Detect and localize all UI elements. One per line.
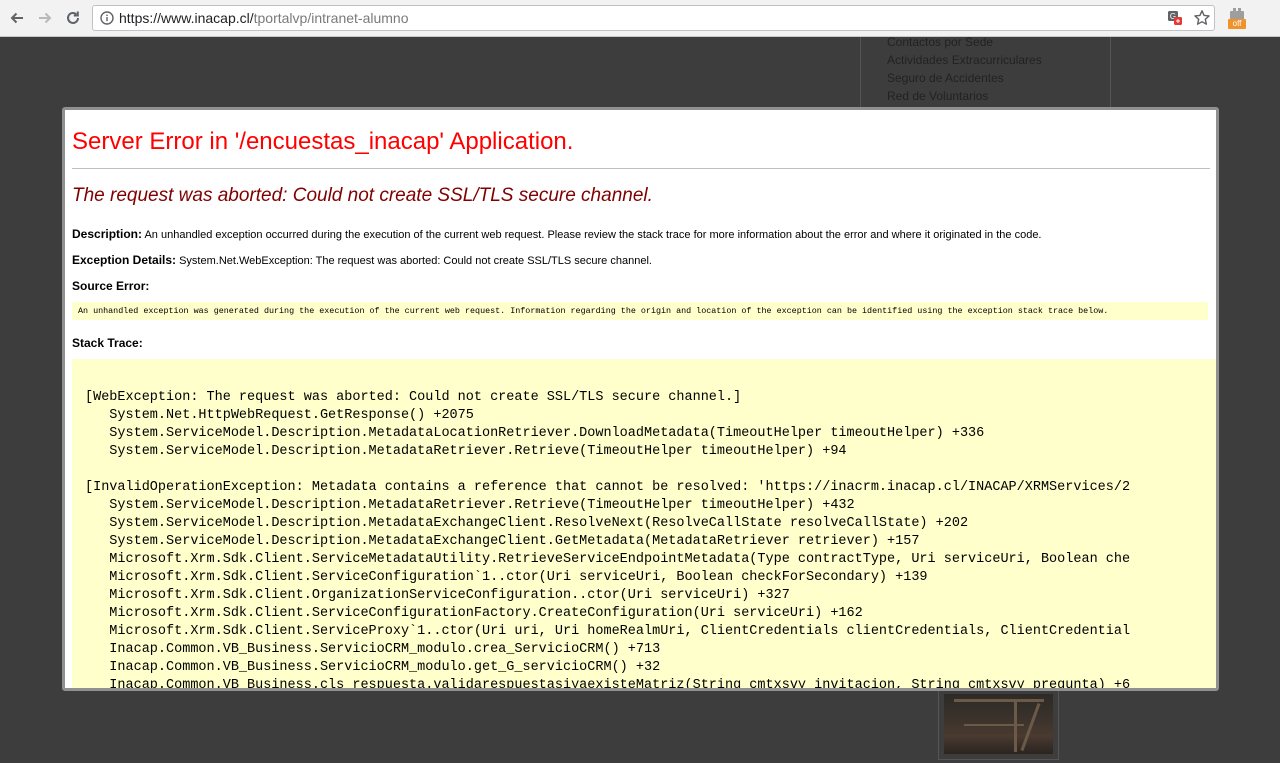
stack-trace-line: System.ServiceModel.Description.Metadata… (85, 498, 855, 513)
description-label: Description: (72, 227, 143, 241)
stack-trace-line: System.ServiceModel.Description.Metadata… (85, 534, 920, 549)
background-photo-frame (938, 690, 1059, 760)
forward-arrow-icon (39, 12, 52, 24)
sidebar-link-seguro[interactable]: Seguro de Accidentes (887, 71, 1004, 85)
source-error-heading: Source Error: (72, 279, 150, 293)
stack-trace-line: Inacap.Common.VB_Business.ServicioCRM_mo… (85, 642, 661, 657)
source-error-text: An unhandled exception was generated dur… (78, 306, 1109, 316)
browser-toolbar: https://www.inacap.cl/tportalvp/intranet… (0, 0, 1280, 37)
translate-icon[interactable]: G (1167, 10, 1183, 26)
url-path: tportalvp/intranet-alumno (253, 10, 409, 26)
url-host: https://www.inacap.cl/ (119, 10, 254, 26)
stack-trace-line: System.ServiceModel.Description.Metadata… (85, 516, 969, 531)
stack-trace-line: Microsoft.Xrm.Sdk.Client.ServiceMetadata… (85, 552, 1131, 567)
sidebar-link-actividades[interactable]: Actividades Extracurriculares (887, 53, 1042, 67)
bookmark-star-icon[interactable] (1193, 9, 1211, 27)
extension-badge: off (1228, 19, 1246, 29)
stack-trace-line: [InvalidOperationException: Metadata con… (85, 480, 1131, 495)
address-bar[interactable]: https://www.inacap.cl/tportalvp/intranet… (92, 5, 1215, 31)
stack-trace-line: System.ServiceModel.Description.Metadata… (85, 444, 847, 459)
background-sidebar-menu: Contactos por Sede Actividades Extracurr… (860, 35, 1111, 108)
stack-trace-line: Inacap.Common.VB_Business.ServicioCRM_mo… (85, 660, 661, 675)
reload-icon (67, 11, 79, 24)
stack-trace-line: Microsoft.Xrm.Sdk.Client.ServiceProxy`1.… (85, 624, 1131, 639)
stack-trace-line: System.Net.HttpWebRequest.GetResponse() … (85, 408, 474, 423)
url-text: https://www.inacap.cl/tportalvp/intranet… (119, 6, 409, 30)
extension-button[interactable]: off (1228, 7, 1246, 29)
exception-text: System.Net.WebException: The request was… (179, 255, 652, 267)
forward-button[interactable] (36, 9, 54, 27)
stack-trace-line: Microsoft.Xrm.Sdk.Client.ServiceConfigur… (85, 606, 863, 621)
error-subtitle: The request was aborted: Could not creat… (72, 185, 653, 206)
stack-trace-line: Microsoft.Xrm.Sdk.Client.ServiceConfigur… (85, 570, 928, 585)
back-button[interactable] (8, 9, 26, 27)
divider (72, 168, 1210, 169)
sidebar-link-contactos[interactable]: Contactos por Sede (887, 35, 993, 49)
exception-label: Exception Details: (72, 253, 177, 267)
source-error-box: An unhandled exception was generated dur… (72, 302, 1208, 320)
reload-button[interactable] (64, 9, 82, 27)
stack-trace-heading: Stack Trace: (72, 336, 143, 350)
back-arrow-icon (10, 12, 23, 24)
error-title: Server Error in '/encuestas_inacap' Appl… (72, 128, 574, 155)
error-modal: Server Error in '/encuestas_inacap' Appl… (62, 107, 1219, 691)
exception-line: Exception Details: System.Net.WebExcepti… (72, 253, 652, 267)
stack-trace-line: System.ServiceModel.Description.Metadata… (85, 426, 985, 441)
stack-trace-line: Microsoft.Xrm.Sdk.Client.OrganizationSer… (85, 588, 790, 603)
stack-trace-line: [WebException: The request was aborted: … (85, 390, 742, 405)
stack-trace-line: Inacap.Common.VB_Business.cls_respuesta.… (85, 678, 1131, 688)
sidebar-link-voluntarios[interactable]: Red de Voluntarios (887, 89, 988, 103)
background-photo (944, 694, 1053, 754)
description-line: Description: An unhandled exception occu… (72, 227, 1042, 241)
stack-trace-box: [WebException: The request was aborted: … (72, 359, 1216, 688)
description-text: An unhandled exception occurred during t… (144, 229, 1042, 241)
info-icon[interactable] (100, 11, 114, 25)
error-page: Server Error in '/encuestas_inacap' Appl… (65, 110, 1216, 688)
